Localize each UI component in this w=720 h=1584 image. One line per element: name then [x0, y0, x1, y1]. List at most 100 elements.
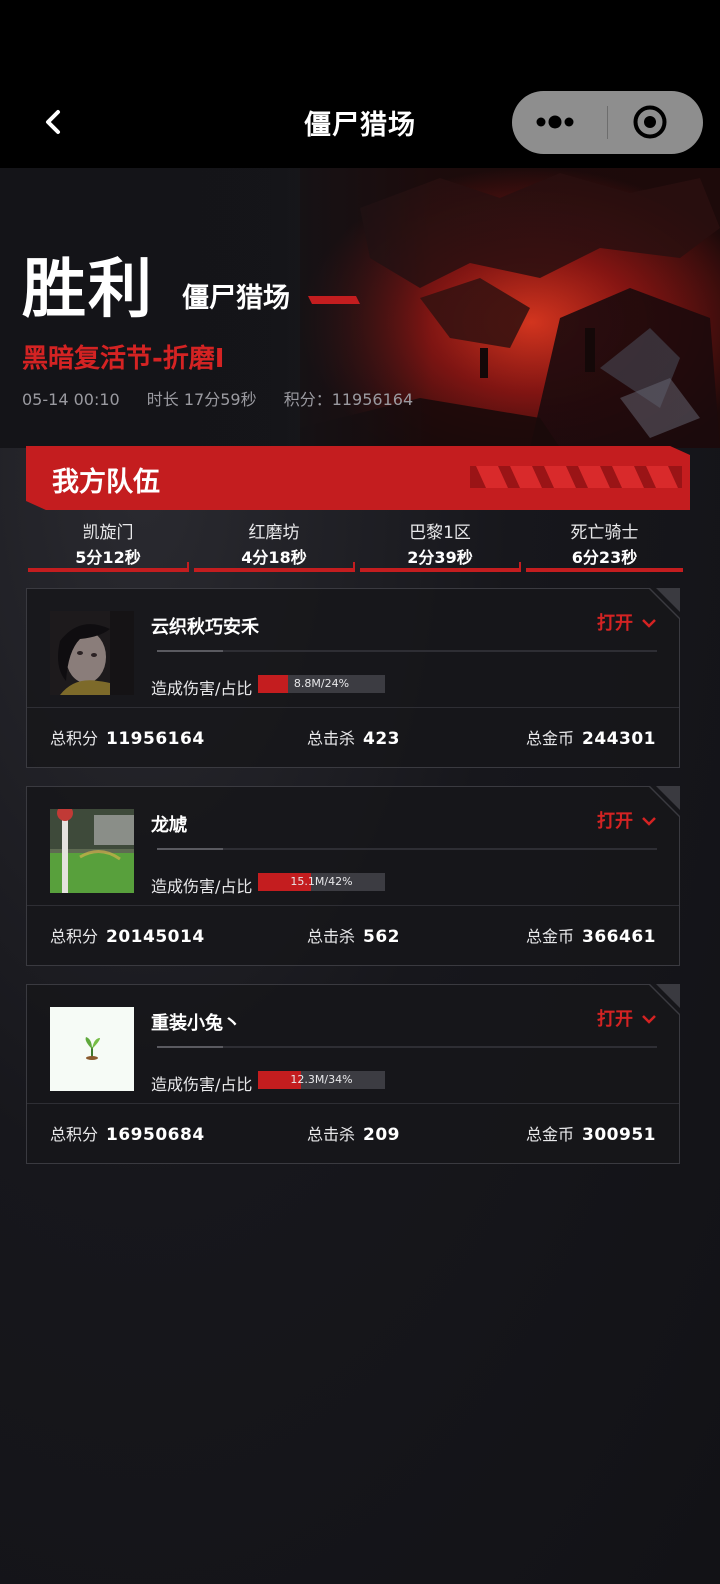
stage-time: 6分23秒: [571, 548, 638, 567]
total-kills: 总击杀 423: [307, 725, 400, 749]
result-text: 胜利: [22, 253, 154, 327]
total-kills-value: 209: [363, 1125, 401, 1145]
player-name: 龙虓: [151, 815, 187, 836]
player-card: 重装小兔丶 打开 造成伤害/占比 12.3M/34% 总积分 16950684 总…: [26, 984, 680, 1164]
damage-bar: 8.8M/24%: [258, 675, 385, 693]
stripe-decoration-icon: [308, 296, 360, 304]
total-score-label: 总积分: [50, 927, 99, 946]
match-duration: 时长 17分59秒: [146, 390, 257, 409]
total-gold-value: 300951: [582, 1125, 656, 1145]
stage-bar: [194, 568, 354, 572]
total-score-value: 20145014: [106, 927, 205, 947]
avatar[interactable]: [50, 1007, 134, 1091]
stage-tick: [519, 562, 521, 572]
stage-bar: [526, 568, 683, 572]
total-gold-label: 总金币: [526, 927, 575, 946]
mode-label: 僵尸猎场: [182, 283, 290, 314]
battle-result-page: 僵尸猎场 胜利 僵尸猎场 黑暗复活节-折磨I 05-14 00:10 时长 17…: [0, 0, 720, 1584]
match-date: 05-14 00:10: [22, 390, 120, 409]
player-name: 重装小兔丶: [151, 1013, 241, 1034]
stats-divider: [27, 707, 679, 708]
more-button[interactable]: [512, 91, 607, 154]
total-score: 总积分 16950684: [50, 1121, 205, 1145]
damage-label: 造成伤害/占比: [151, 1075, 253, 1094]
more-dots-icon: [536, 115, 574, 129]
total-score-value: 16950684: [106, 1125, 205, 1145]
stage-tab[interactable]: 死亡骑士 6分23秒: [526, 514, 683, 572]
total-score-label: 总积分: [50, 1125, 99, 1144]
close-button[interactable]: [608, 91, 703, 154]
team-title: 我方队伍: [52, 467, 160, 498]
damage-label: 造成伤害/占比: [151, 679, 253, 698]
damage-value: 8.8M/24%: [293, 677, 350, 690]
stage-bar: [28, 568, 188, 572]
target-circle-icon: [633, 105, 667, 139]
total-score: 总积分 11956164: [50, 725, 205, 749]
expand-button[interactable]: 打开: [597, 609, 657, 635]
damage-value: 15.1M/42%: [290, 875, 353, 888]
stage-time: 4分18秒: [241, 548, 307, 567]
total-gold: 总金币 366461: [526, 923, 656, 947]
expand-label: 打开: [597, 613, 633, 634]
stage-tick: [187, 562, 189, 572]
nav-bar: 僵尸猎场: [0, 0, 720, 168]
stage-time: 5分12秒: [75, 548, 141, 567]
total-gold: 总金币 300951: [526, 1121, 656, 1145]
chevron-down-icon: [642, 1015, 656, 1024]
total-score-value: 11956164: [106, 729, 205, 749]
damage-label: 造成伤害/占比: [151, 877, 253, 896]
stats-divider: [27, 1103, 679, 1104]
stage-time: 2分39秒: [407, 548, 473, 567]
total-kills-label: 总击杀: [307, 927, 356, 946]
divider-highlight: [157, 650, 223, 652]
player-card: 云织秋巧安禾 打开 造成伤害/占比 8.8M/24% 总积分 11956164 总…: [26, 588, 680, 768]
total-gold: 总金币 244301: [526, 725, 656, 749]
hazard-stripes-icon: [470, 466, 682, 488]
result-banner: 胜利 僵尸猎场 黑暗复活节-折磨I 05-14 00:10 时长 17分59秒 …: [0, 168, 720, 448]
event-name: 黑暗复活节-折磨I: [22, 344, 225, 374]
total-gold-label: 总金币: [526, 1125, 575, 1144]
player-card: 龙虓 打开 造成伤害/占比 15.1M/42% 总积分 20145014 总击杀 5…: [26, 786, 680, 966]
stage-tab[interactable]: 凯旋门 5分12秒: [28, 514, 189, 572]
total-score-label: 总积分: [50, 729, 99, 748]
stage-name: 死亡骑士: [570, 523, 639, 543]
divider-highlight: [157, 848, 223, 850]
stage-name: 巴黎1区: [409, 523, 471, 543]
expand-label: 打开: [597, 811, 633, 832]
total-gold-value: 244301: [582, 729, 656, 749]
total-gold-label: 总金币: [526, 729, 575, 748]
name-divider: [157, 650, 657, 652]
avatar[interactable]: [50, 809, 134, 893]
stage-name: 红磨坊: [248, 523, 300, 543]
stage-tab[interactable]: 红磨坊 4分18秒: [194, 514, 355, 572]
avatar[interactable]: [50, 611, 134, 695]
expand-button[interactable]: 打开: [597, 807, 657, 833]
mini-program-capsule: [512, 91, 703, 154]
expand-button[interactable]: 打开: [597, 1005, 657, 1031]
total-kills-label: 总击杀: [307, 1125, 356, 1144]
stage-tab[interactable]: 巴黎1区 2分39秒: [360, 514, 521, 572]
name-divider: [157, 848, 657, 850]
sprout-icon: [50, 1007, 134, 1091]
garden-photo: [50, 809, 134, 893]
total-kills-value: 562: [363, 927, 401, 947]
stage-name: 凯旋门: [82, 523, 134, 543]
stage-tick: [353, 562, 355, 572]
divider-highlight: [157, 1046, 223, 1048]
match-meta: 05-14 00:10 时长 17分59秒 积分：11956164: [22, 386, 435, 410]
chevron-down-icon: [642, 817, 656, 826]
portrait-photo: [50, 611, 134, 695]
total-kills: 总击杀 562: [307, 923, 400, 947]
damage-bar: 15.1M/42%: [258, 873, 385, 891]
total-gold-value: 366461: [582, 927, 656, 947]
expand-label: 打开: [597, 1009, 633, 1030]
damage-value: 12.3M/34%: [290, 1073, 353, 1086]
stats-divider: [27, 905, 679, 906]
total-kills-label: 总击杀: [307, 729, 356, 748]
damage-bar: 12.3M/34%: [258, 1071, 385, 1089]
stage-bar: [360, 568, 520, 572]
total-kills-value: 423: [363, 729, 401, 749]
player-name: 云织秋巧安禾: [151, 617, 259, 638]
match-score: 积分：11956164: [283, 390, 414, 409]
total-kills: 总击杀 209: [307, 1121, 400, 1145]
